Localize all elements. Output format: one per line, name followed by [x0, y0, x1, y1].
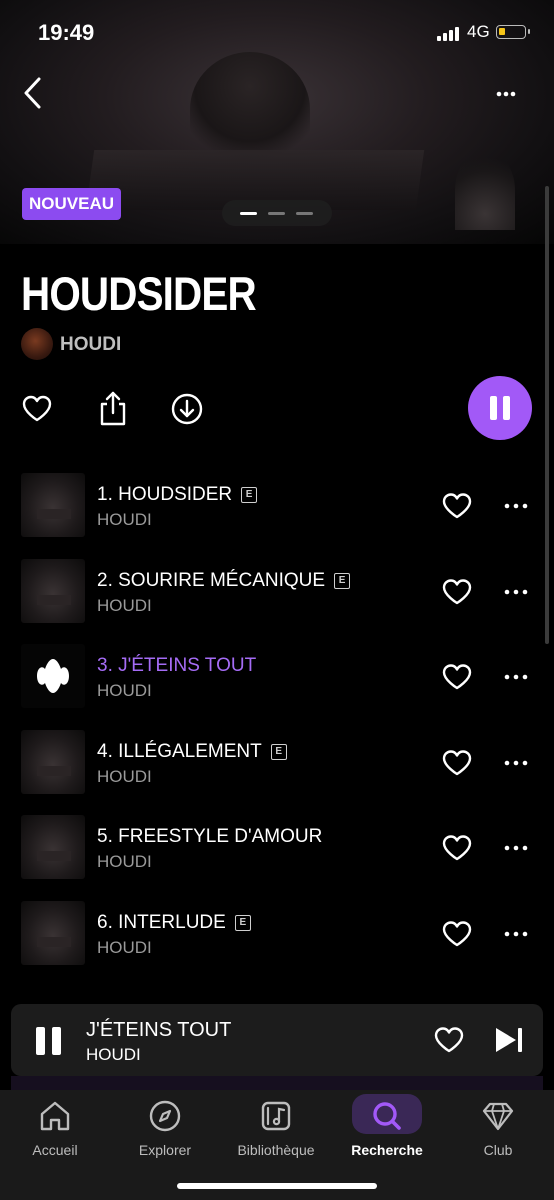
download-icon	[171, 393, 203, 425]
track-row[interactable]: 4. ILLÉGALEMENT E HOUDI	[0, 730, 554, 816]
pager-dot	[296, 212, 313, 215]
now-playing-thumbnail	[21, 644, 85, 708]
tab-explorer[interactable]: Explorer	[110, 1090, 220, 1170]
explicit-badge: E	[334, 573, 351, 589]
mini-player[interactable]: J'ÉTEINS TOUT HOUDI	[11, 1004, 543, 1076]
library-icon	[261, 1101, 291, 1131]
album-title: HOUDSIDER	[21, 267, 257, 320]
pause-icon	[503, 396, 510, 420]
heart-icon	[22, 395, 52, 422]
track-title: 2. SOURIRE MÉCANIQUE E	[97, 570, 351, 592]
track-thumbnail	[21, 901, 85, 965]
download-button[interactable]	[171, 393, 203, 425]
more-options-button[interactable]	[492, 86, 522, 102]
tab-label: Bibliothèque	[237, 1142, 315, 1158]
tab-label: Accueil	[32, 1142, 78, 1158]
heart-icon[interactable]	[441, 748, 473, 778]
heart-icon[interactable]	[441, 919, 473, 949]
pager-dot	[268, 212, 285, 215]
pause-album-button[interactable]	[468, 376, 532, 440]
track-artist: HOUDI	[97, 510, 152, 529]
track-artist: HOUDI	[97, 681, 152, 700]
more-icon[interactable]	[502, 585, 530, 599]
back-button[interactable]	[20, 76, 50, 110]
track-title: 3. J'ÉTEINS TOUT	[97, 655, 257, 676]
track-artist: HOUDI	[97, 938, 152, 957]
search-icon	[373, 1102, 401, 1130]
artist-name[interactable]: HOUDI	[60, 334, 121, 356]
waveform-icon	[37, 659, 69, 693]
heart-icon[interactable]	[441, 833, 473, 863]
home-icon	[40, 1101, 70, 1131]
network-type: 4G	[467, 22, 490, 41]
content-peek	[11, 1076, 543, 1090]
track-thumbnail	[21, 815, 85, 879]
status-time: 19:49	[38, 20, 95, 45]
tab-label: Recherche	[351, 1142, 423, 1158]
pause-icon	[52, 1027, 61, 1055]
chevron-left-icon	[24, 77, 41, 109]
track-artist: HOUDI	[97, 852, 152, 871]
track-row[interactable]: 5. FREESTYLE D'AMOUR HOUDI	[0, 815, 554, 901]
track-title: 1. HOUDSIDER E	[97, 484, 258, 506]
tab-bibliotheque[interactable]: Bibliothèque	[221, 1090, 331, 1170]
explicit-badge: E	[270, 744, 287, 760]
more-icon[interactable]	[502, 927, 530, 941]
status-bar: 19:49 4G	[0, 0, 554, 64]
track-artist: HOUDI	[97, 767, 152, 786]
more-icon[interactable]	[502, 499, 530, 513]
home-indicator	[177, 1183, 377, 1189]
tab-club[interactable]: Club	[443, 1090, 553, 1170]
track-thumbnail	[21, 559, 85, 623]
pause-icon	[36, 1027, 45, 1055]
heart-icon[interactable]	[441, 577, 473, 607]
track-row[interactable]: 1. HOUDSIDER E HOUDI	[0, 473, 554, 559]
signal-icon	[437, 27, 459, 41]
more-icon[interactable]	[502, 756, 530, 770]
heart-icon[interactable]	[433, 1025, 465, 1055]
track-row-playing[interactable]: 3. J'ÉTEINS TOUT HOUDI	[0, 644, 554, 730]
heart-icon[interactable]	[441, 491, 473, 521]
like-album-button[interactable]	[21, 393, 53, 425]
battery-icon	[496, 25, 530, 39]
track-row[interactable]: 2. SOURIRE MÉCANIQUE E HOUDI	[0, 559, 554, 645]
more-icon[interactable]	[502, 670, 530, 684]
cover-lamp	[455, 150, 515, 230]
tab-label: Explorer	[138, 1142, 192, 1158]
explicit-badge: E	[234, 915, 251, 931]
new-badge: NOUVEAU	[22, 188, 122, 220]
pause-icon	[490, 396, 497, 420]
share-button[interactable]	[98, 390, 128, 426]
tab-label: Club	[483, 1142, 513, 1158]
more-icon	[496, 91, 516, 97]
mini-pause-button[interactable]	[36, 1027, 62, 1055]
track-thumbnail	[21, 473, 85, 537]
next-track-icon[interactable]	[494, 1026, 524, 1054]
explicit-badge: E	[241, 487, 258, 503]
heart-icon[interactable]	[441, 662, 473, 692]
track-artist: HOUDI	[97, 596, 152, 615]
diamond-icon	[482, 1102, 514, 1131]
track-row[interactable]: 6. INTERLUDE E HOUDI	[0, 901, 554, 987]
track-title: 4. ILLÉGALEMENT E	[97, 741, 287, 763]
scrollbar[interactable]	[545, 186, 549, 644]
compass-icon	[149, 1100, 181, 1132]
carousel-pager[interactable]	[222, 200, 332, 226]
tab-recherche[interactable]: Recherche	[332, 1090, 442, 1170]
track-title: 5. FREESTYLE D'AMOUR	[97, 826, 323, 847]
more-icon[interactable]	[502, 841, 530, 855]
track-thumbnail	[21, 730, 85, 794]
share-icon	[100, 391, 126, 426]
pager-dot-active	[240, 212, 257, 215]
mini-player-artist: HOUDI	[86, 1045, 141, 1064]
tab-accueil[interactable]: Accueil	[0, 1090, 110, 1170]
mini-player-title: J'ÉTEINS TOUT	[86, 1019, 232, 1041]
artist-avatar[interactable]	[21, 328, 53, 360]
track-title: 6. INTERLUDE E	[97, 912, 251, 934]
